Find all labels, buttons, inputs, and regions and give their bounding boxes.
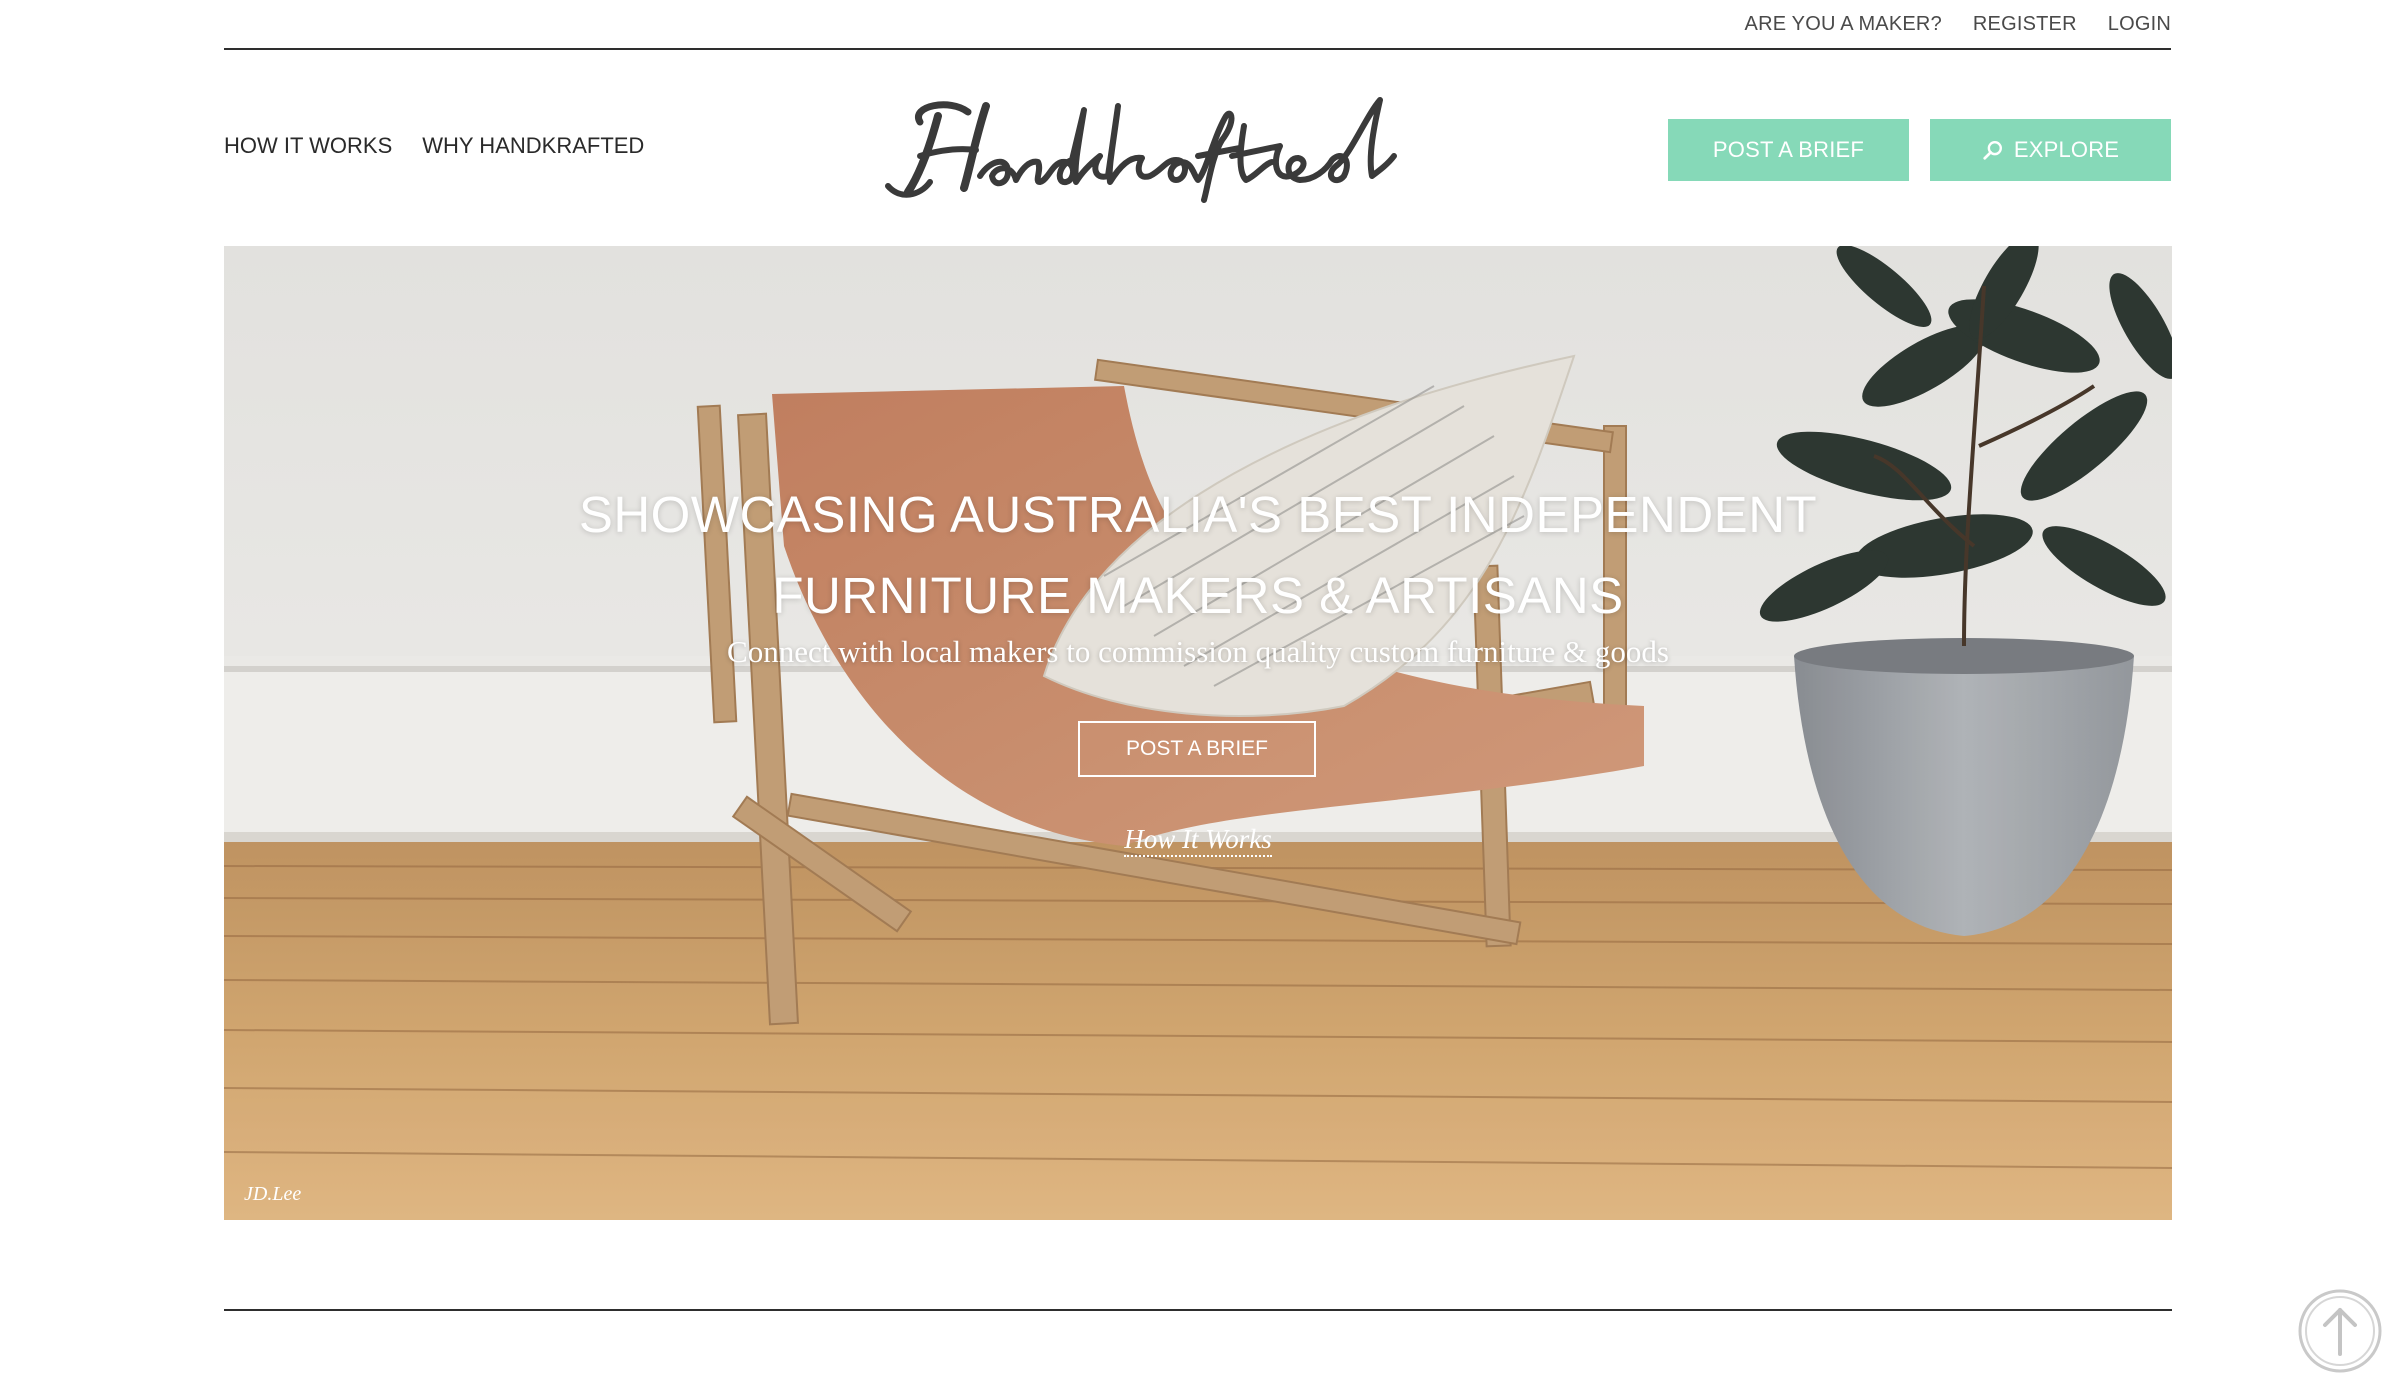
section-divider — [224, 1309, 2172, 1311]
page: ARE YOU A MAKER? REGISTER LOGIN HOW IT W… — [0, 0, 2386, 1387]
arrow-up-circle-icon — [2298, 1289, 2382, 1373]
main-nav: HOW IT WORKS WHY HANDKRAFTED — [224, 133, 644, 159]
header-actions: POST A BRIEF EXPLORE — [1668, 119, 2171, 181]
hero-title-line2: FURNITURE MAKERS & ARTISANS — [772, 567, 1624, 624]
photo-credit: JD.Lee — [244, 1183, 302, 1205]
utility-nav: ARE YOU A MAKER? REGISTER LOGIN — [224, 0, 2171, 50]
are-you-a-maker-link[interactable]: ARE YOU A MAKER? — [1745, 13, 1942, 36]
hero-title-line1: SHOWCASING AUSTRALIA'S BEST INDEPENDENT — [578, 486, 1818, 543]
explore-button-label: EXPLORE — [2013, 137, 2120, 162]
scroll-to-top-button[interactable] — [2297, 1288, 2383, 1374]
hero-subtitle: Connect with local makers to commission … — [727, 634, 1669, 669]
post-brief-button[interactable]: POST A BRIEF — [1668, 119, 1909, 181]
hero-post-brief-button[interactable]: POST A BRIEF — [1078, 721, 1316, 777]
register-link[interactable]: REGISTER — [1973, 13, 2077, 36]
explore-button[interactable]: EXPLORE — [1930, 119, 2171, 181]
hero-title: SHOWCASING AUSTRALIA'S BEST INDEPENDENT … — [224, 474, 2172, 636]
how-it-works-link[interactable]: HOW IT WORKS — [224, 133, 392, 159]
search-icon — [1982, 139, 2004, 161]
hero-how-it-works: How It Works — [224, 824, 2172, 857]
how-it-works-hero-link[interactable]: How It Works — [1124, 824, 1272, 857]
why-handkrafted-link[interactable]: WHY HANDKRAFTED — [422, 133, 644, 159]
hero-banner: SHOWCASING AUSTRALIA'S BEST INDEPENDENT … — [224, 246, 2172, 1220]
login-link[interactable]: LOGIN — [2108, 13, 2171, 36]
site-logo[interactable] — [880, 76, 1410, 206]
